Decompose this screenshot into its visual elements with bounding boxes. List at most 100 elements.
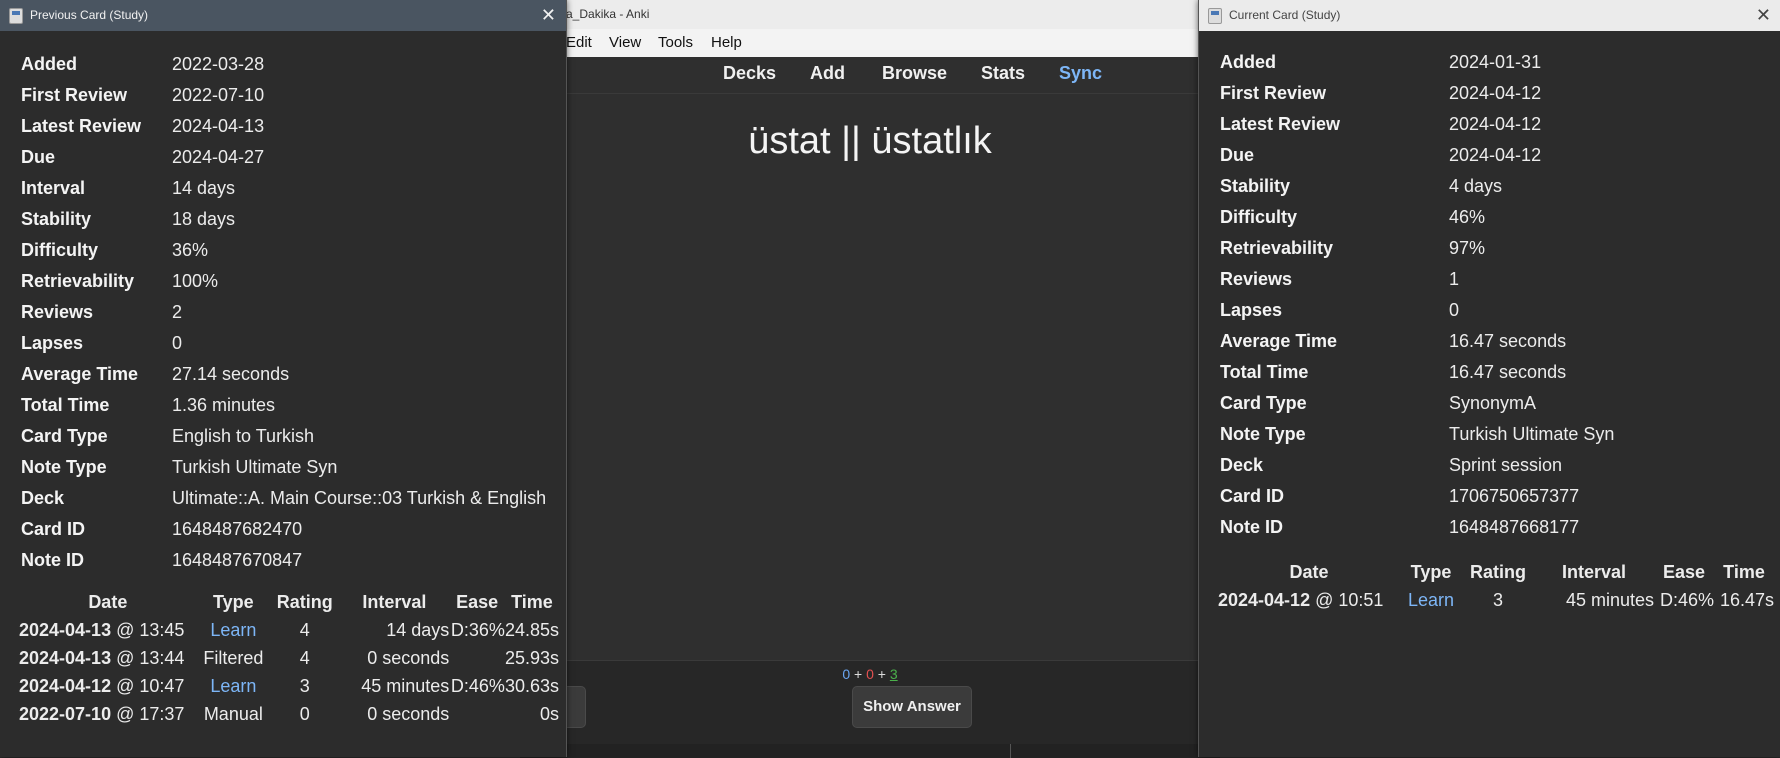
col-time: Time: [511, 591, 553, 612]
stat-value: Turkish Ultimate Syn: [172, 457, 338, 477]
stat-value: 1648487668177: [1449, 517, 1580, 537]
review-type: Learn: [210, 619, 257, 640]
stat-value: Turkish Ultimate Syn: [1449, 424, 1615, 444]
stat-label: Stability: [1220, 176, 1291, 196]
stat-value: 14 days: [172, 178, 236, 198]
stat-label: Total Time: [1220, 362, 1309, 382]
review-table-header: Date Type Rating Interval Ease Time: [19, 588, 559, 616]
previous-card-review-table: Date Type Rating Interval Ease Time 2024…: [19, 588, 559, 728]
review-time-of-day: @ 13:45: [116, 619, 185, 640]
stat-label: Latest Review: [1220, 114, 1341, 134]
review-table-header: Date Type Rating Interval Ease Time: [1218, 558, 1774, 586]
current-card-review-table: Date Type Rating Interval Ease Time 2024…: [1218, 558, 1774, 614]
col-ease: Ease: [456, 591, 499, 612]
review-type: Learn: [210, 675, 257, 696]
stat-label: Lapses: [1220, 300, 1283, 320]
stat-label: Card ID: [1220, 486, 1285, 506]
menu-tools[interactable]: Tools: [658, 34, 693, 51]
stat-value: 2024-04-12: [1449, 83, 1542, 103]
main-window-title: ka_Dakika - Anki: [520, 0, 1220, 29]
review-rating: 3: [299, 675, 310, 696]
stat-label: Latest Review: [21, 116, 142, 136]
review-time-of-day: @ 17:37: [116, 703, 185, 724]
toolbar-stats-link[interactable]: Stats: [981, 63, 1025, 84]
stat-label: Note ID: [21, 550, 84, 570]
review-interval: 14 days: [386, 619, 450, 640]
review-rating: 4: [299, 647, 310, 668]
review-rating: 3: [1492, 589, 1503, 610]
stat-value: 0: [1449, 300, 1460, 320]
review-time: 24.85s: [504, 619, 559, 640]
col-date: Date: [1289, 561, 1329, 582]
col-time: Time: [1723, 561, 1765, 582]
stat-value: Ultimate::A. Main Course::03 Turkish & E…: [172, 488, 547, 508]
stat-label: Total Time: [21, 395, 110, 415]
previous-card-titlebar[interactable]: Previous Card (Study) ✕: [0, 0, 566, 31]
close-icon[interactable]: ✕: [1756, 0, 1771, 31]
stat-label: Difficulty: [21, 240, 99, 260]
stat-value: 1648487670847: [172, 550, 303, 570]
stat-value: 1706750657377: [1449, 486, 1580, 506]
review-row: 2022-07-10 @ 17:37 Manual 0 0 seconds 0s: [19, 700, 559, 728]
previous-card-window: Previous Card (Study) ✕ Added 2022-03-28 F…: [0, 0, 567, 757]
review-date: 2022-07-10: [19, 703, 112, 724]
col-type: Type: [213, 591, 254, 612]
toolbar-sync-link[interactable]: Sync: [1059, 63, 1102, 84]
col-rating: Rating: [1470, 561, 1526, 582]
stat-label: Due: [1220, 145, 1255, 165]
stat-label: Added: [21, 54, 77, 74]
stat-label: Due: [21, 147, 56, 167]
menu-help[interactable]: Help: [711, 34, 742, 51]
review-ease: D:36%: [450, 619, 505, 640]
review-type: Filtered: [203, 647, 264, 668]
close-icon[interactable]: ✕: [541, 0, 556, 31]
stat-value: 2: [172, 302, 183, 322]
review-row: 2024-04-13 @ 13:44 Filtered 4 0 seconds 25.9…: [19, 644, 559, 672]
review-time: 30.63s: [504, 675, 559, 696]
card-question: üstat || üstatlık: [748, 120, 992, 162]
stat-value: 46%: [1449, 207, 1486, 227]
stat-value: SynonymA: [1449, 393, 1537, 413]
toolbar-decks-link[interactable]: Decks: [723, 63, 776, 84]
menu-edit[interactable]: Edit: [566, 34, 592, 51]
stat-label: Interval: [21, 178, 86, 198]
stat-label: First Review: [1220, 83, 1327, 103]
stat-value: Sprint session: [1449, 455, 1563, 475]
previous-card-title: Previous Card (Study): [30, 8, 149, 22]
stat-label: Note Type: [21, 457, 107, 477]
review-date: 2024-04-12: [19, 675, 112, 696]
stat-value: 1: [1449, 269, 1460, 289]
stat-label: Lapses: [21, 333, 84, 353]
stat-label: Reviews: [21, 302, 94, 322]
review-date: 2024-04-13: [19, 647, 112, 668]
review-time: 0s: [539, 703, 559, 724]
show-answer-button[interactable]: Show Answer: [852, 686, 972, 728]
review-time: 25.93s: [504, 647, 559, 668]
review-type: Learn: [1407, 589, 1455, 610]
stat-label: Stability: [21, 209, 92, 229]
review-row: 2024-04-12 @ 10:51 Learn 3 45 minutes D:46% 1…: [1218, 586, 1774, 614]
anki-main-window: ka_Dakika - Anki Edit View Tools Help De…: [480, 0, 1220, 758]
stat-value: 4 days: [1449, 176, 1503, 196]
current-card-title: Current Card (Study): [1229, 8, 1341, 22]
count-separator: +: [877, 666, 886, 682]
current-card-titlebar[interactable]: Current Card (Study) ✕: [1199, 0, 1780, 31]
menu-view[interactable]: View: [609, 34, 641, 51]
stat-label: Note ID: [1220, 517, 1283, 537]
review-bottom-bar: 0 + 0 + 3 Edit Show Answer: [480, 660, 1220, 758]
review-interval: 0 seconds: [367, 703, 450, 724]
review-rating: 4: [299, 619, 310, 640]
toolbar-add-link[interactable]: Add: [810, 63, 845, 84]
stat-label: Deck: [21, 488, 65, 508]
stat-value: 2022-07-10: [172, 85, 265, 105]
review-date: 2024-04-13: [19, 619, 112, 640]
review-date-cell: 2024-04-12 @ 10:51: [1218, 586, 1400, 614]
stat-value: 16.47 seconds: [1449, 331, 1567, 351]
stat-value: 97%: [1449, 238, 1486, 258]
stat-label: First Review: [21, 85, 128, 105]
review-interval: 45 minutes: [1565, 589, 1654, 610]
toolbar-browse-link[interactable]: Browse: [882, 63, 947, 84]
new-count: 0: [842, 666, 851, 682]
stat-value: 2024-04-12: [1449, 145, 1542, 165]
stat-label: Note Type: [1220, 424, 1306, 444]
